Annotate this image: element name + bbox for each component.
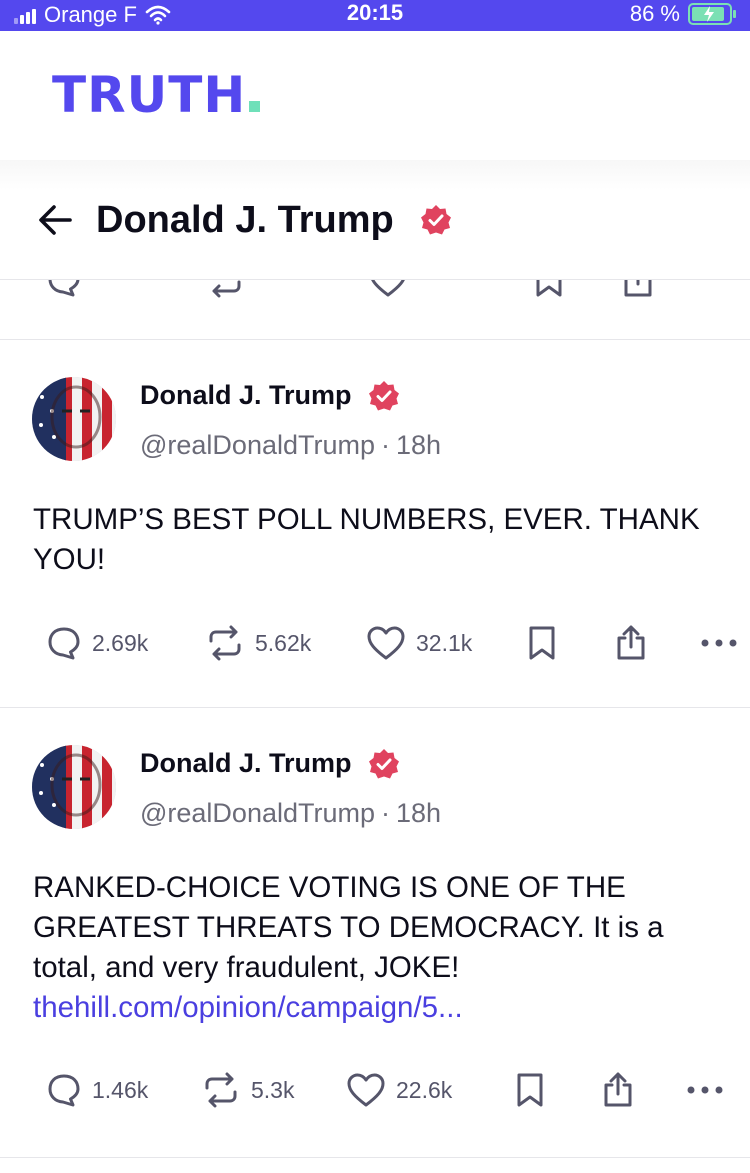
heart-icon xyxy=(347,1073,385,1107)
retruth-button[interactable]: 5.62k xyxy=(205,625,311,661)
reply-icon xyxy=(48,627,80,660)
logo-dot xyxy=(249,101,261,112)
separator: · xyxy=(381,798,390,828)
share-icon[interactable] xyxy=(613,623,649,661)
author-handle[interactable]: @realDonaldTrump xyxy=(140,798,375,828)
brand-header: TRUTH xyxy=(0,31,750,161)
handle-line: @realDonaldTrump · 18h xyxy=(140,429,441,461)
reply-icon xyxy=(48,1074,80,1107)
reply-button[interactable]: 1.46k xyxy=(46,1072,148,1108)
share-icon[interactable] xyxy=(600,1070,636,1108)
reply-count: 1.46k xyxy=(92,1076,149,1103)
post[interactable]: Donald J. Trump @realDonaldTrump · 18h TRU… xyxy=(0,340,750,708)
post-time[interactable]: 18h xyxy=(396,430,441,460)
verified-badge-icon xyxy=(369,749,399,779)
avatar[interactable] xyxy=(32,745,116,829)
retruth-button[interactable]: 5.3k xyxy=(201,1072,294,1108)
retruth-count: 5.62k xyxy=(255,629,312,656)
profile-title: Donald J. Trump xyxy=(96,199,394,241)
bookmark-icon xyxy=(536,280,562,297)
reply-icon xyxy=(48,280,80,297)
retruth-icon xyxy=(212,280,241,298)
post-text: TRUMP’S BEST POLL NUMBERS, EVER. THANK Y… xyxy=(33,500,723,580)
post[interactable]: Donald J. Trump @realDonaldTrump · 18h RAN… xyxy=(0,708,750,1158)
more-options-icon[interactable] xyxy=(686,1084,726,1096)
verified-badge-icon xyxy=(421,205,451,235)
more-options-icon[interactable] xyxy=(700,637,740,649)
heart-icon xyxy=(371,280,405,297)
back-arrow-icon[interactable] xyxy=(36,202,76,238)
like-button[interactable]: 32.1k xyxy=(366,625,472,661)
reply-button[interactable]: 2.69k xyxy=(46,625,148,661)
heart-icon xyxy=(367,626,405,660)
post-link[interactable]: thehill.com/opinion/campaign/5... xyxy=(33,988,723,1028)
like-count: 22.6k xyxy=(396,1076,453,1103)
post-body: RANKED-CHOICE VOTING IS ONE OF THE GREAT… xyxy=(33,871,664,984)
separator: · xyxy=(381,430,390,460)
author-name[interactable]: Donald J. Trump xyxy=(140,747,352,779)
status-bar: Orange F 20:15 86 % xyxy=(0,0,750,31)
like-count: 32.1k xyxy=(416,629,473,656)
bookmark-icon[interactable] xyxy=(514,1072,546,1108)
truth-logo[interactable]: TRUTH xyxy=(52,66,261,124)
retruth-icon xyxy=(209,625,241,661)
battery-percent: 86 % xyxy=(629,1,680,26)
retruth-count: 5.3k xyxy=(251,1076,295,1103)
post-body: TRUMP’S BEST POLL NUMBERS, EVER. THANK Y… xyxy=(33,503,700,576)
avatar[interactable] xyxy=(32,377,116,461)
author-handle[interactable]: @realDonaldTrump xyxy=(140,430,375,460)
post-text: RANKED-CHOICE VOTING IS ONE OF THE GREAT… xyxy=(33,868,723,1028)
logo-text: TRUTH xyxy=(52,66,247,124)
previous-post-actions xyxy=(0,280,750,340)
profile-nav-bar: Donald J. Trump xyxy=(0,160,750,280)
status-right: 86 % xyxy=(629,1,736,27)
post-time[interactable]: 18h xyxy=(396,798,441,828)
reply-count: 2.69k xyxy=(92,629,149,656)
verified-badge-icon xyxy=(369,381,399,411)
author-name[interactable]: Donald J. Trump xyxy=(140,379,352,411)
share-icon xyxy=(624,280,652,297)
handle-line: @realDonaldTrump · 18h xyxy=(140,797,441,829)
like-button[interactable]: 22.6k xyxy=(346,1072,452,1108)
bookmark-icon[interactable] xyxy=(526,625,558,661)
retruth-icon xyxy=(205,1072,237,1108)
battery-charging-icon xyxy=(688,3,736,25)
